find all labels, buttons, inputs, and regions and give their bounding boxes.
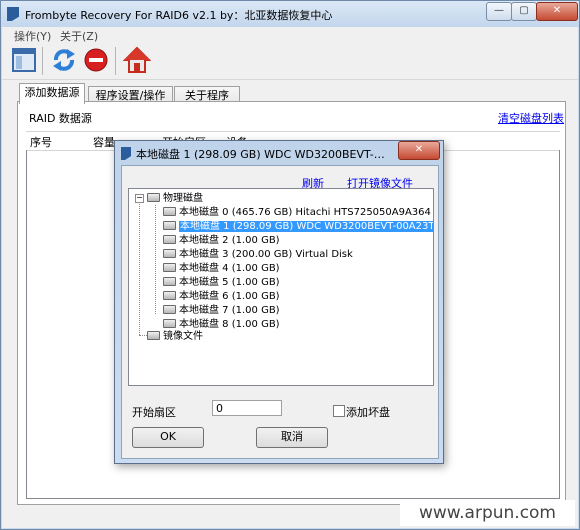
tree-item-disk-5[interactable]: 本地磁盘 5 (1.00 GB) — [163, 276, 280, 289]
tree-expander-icon[interactable]: − — [135, 194, 144, 203]
column-capacity[interactable]: 容量 — [93, 134, 115, 150]
disk-icon — [163, 291, 176, 300]
add-bad-disk-checkbox[interactable] — [333, 405, 345, 417]
panel-icon — [12, 48, 36, 72]
disk-icon — [163, 221, 176, 230]
toolbar-separator — [42, 47, 43, 75]
tree-item-disk-3[interactable]: 本地磁盘 3 (200.00 GB) Virtual Disk — [163, 248, 353, 261]
toolbar-separator — [115, 47, 116, 75]
disk-icon — [163, 235, 176, 244]
maximize-button[interactable]: ▢ — [511, 2, 537, 21]
start-sector-input[interactable] — [212, 400, 282, 416]
tree-item-disk-7[interactable]: 本地磁盘 7 (1.00 GB) — [163, 304, 280, 317]
column-index[interactable]: 序号 — [30, 134, 52, 150]
menu-bar: 操作(Y) 关于(Z) — [2, 27, 578, 43]
menu-about[interactable]: 关于(Z) — [60, 28, 98, 44]
disk-icon — [163, 207, 176, 216]
tree-item-disk-2[interactable]: 本地磁盘 2 (1.00 GB) — [163, 234, 280, 247]
refresh-button[interactable] — [50, 46, 78, 74]
selected-disk-label: 本地磁盘 1 (298.09 GB) WDC WD3200BEVT-00A23T… — [179, 221, 433, 232]
disk-icon — [163, 249, 176, 258]
select-disk-dialog: 本地磁盘 1 (298.09 GB) WDC WD3200BEVT-00A23.… — [114, 140, 444, 464]
watermark: www.arpun.com — [400, 500, 575, 526]
refresh-icon — [53, 49, 75, 71]
home-icon — [122, 46, 152, 73]
toolbar — [2, 43, 578, 80]
stop-button[interactable] — [82, 46, 110, 74]
stop-icon — [84, 48, 108, 72]
tree-item-disk-1[interactable]: 本地磁盘 1 (298.09 GB) WDC WD3200BEVT-00A23T… — [163, 220, 433, 233]
tab-add-source[interactable]: 添加数据源 — [19, 83, 85, 104]
add-bad-disk-label: 添加坏盘 — [346, 406, 390, 419]
close-button[interactable]: ✕ — [536, 2, 578, 21]
title-bar: Frombyte Recovery For RAID6 v2.1 by：北亚数据… — [1, 1, 579, 27]
start-sector-label: 开始扇区 — [132, 406, 176, 419]
minimize-button[interactable]: — — [486, 2, 512, 21]
menu-operate[interactable]: 操作(Y) — [14, 28, 51, 44]
disk-icon — [163, 263, 176, 272]
raid-source-label: RAID 数据源 — [29, 112, 92, 125]
dialog-title: 本地磁盘 1 (298.09 GB) WDC WD3200BEVT-00A23.… — [136, 148, 386, 161]
dialog-body: 刷新 打开镜像文件 − 物理磁盘 本地磁盘 0 (465.76 GB) Hita… — [121, 165, 439, 459]
disk-tree[interactable]: − 物理磁盘 本地磁盘 0 (465.76 GB) Hitachi HTS725… — [128, 188, 434, 386]
clear-disk-list-link[interactable]: 清空磁盘列表 — [498, 110, 564, 126]
tree-root-physical[interactable]: 物理磁盘 — [147, 192, 203, 205]
tree-line — [155, 205, 156, 314]
disk-icon — [147, 331, 160, 340]
ok-button[interactable]: OK — [132, 427, 204, 448]
tree-line — [139, 198, 140, 335]
disk-icon — [147, 193, 160, 202]
disk-icon — [163, 277, 176, 286]
tree-item-disk-6[interactable]: 本地磁盘 6 (1.00 GB) — [163, 290, 280, 303]
cancel-button[interactable]: 取消 — [256, 427, 328, 448]
disk-icon — [163, 305, 176, 314]
panel-view-button[interactable] — [10, 46, 38, 74]
tree-line — [139, 335, 147, 336]
disk-icon — [163, 319, 176, 328]
home-button[interactable] — [122, 46, 152, 74]
app-logo-icon — [7, 7, 19, 21]
dialog-close-button[interactable]: ✕ — [398, 141, 440, 160]
tree-item-disk-4[interactable]: 本地磁盘 4 (1.00 GB) — [163, 262, 280, 275]
window-title: Frombyte Recovery For RAID6 v2.1 by：北亚数据… — [25, 9, 333, 22]
tree-root-image-files[interactable]: 镜像文件 — [147, 330, 203, 343]
tree-item-disk-0[interactable]: 本地磁盘 0 (465.76 GB) Hitachi HTS725050A9A3… — [163, 206, 431, 219]
dialog-logo-icon — [121, 147, 131, 160]
